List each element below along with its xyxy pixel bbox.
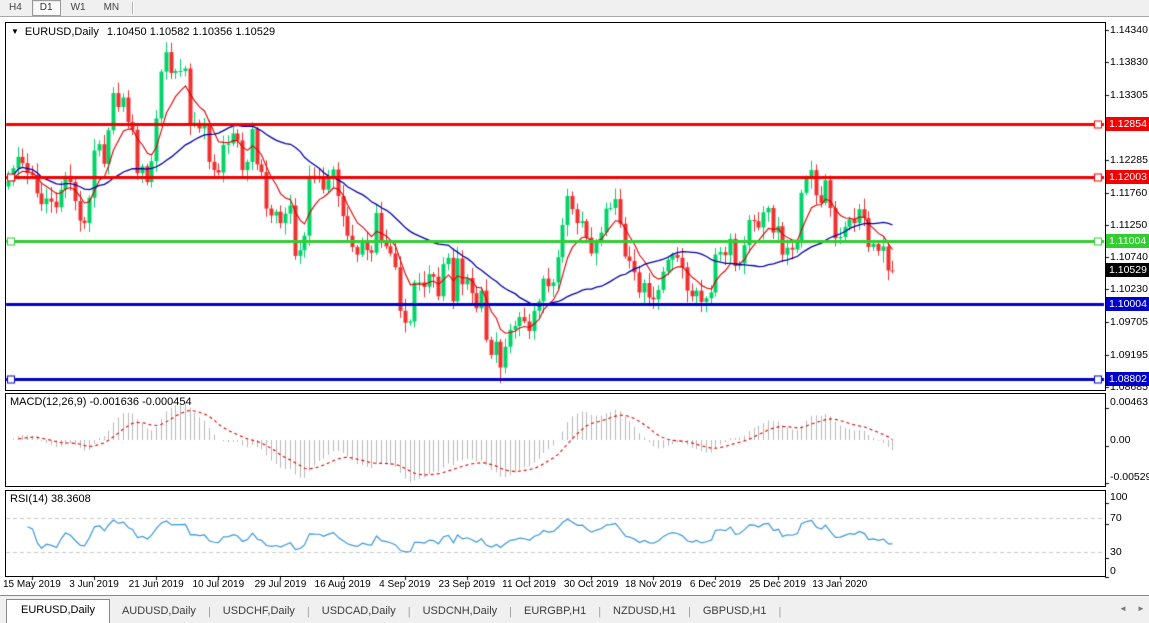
rsi-tick-label: 70 [1110, 512, 1122, 524]
level-price-badge: 1.12003 [1106, 170, 1149, 184]
level-price-badge: 1.12854 [1106, 117, 1149, 131]
price-tick-label: 1.09705 [1110, 316, 1148, 328]
price-tick-label: 1.10230 [1110, 283, 1148, 295]
macd-name: MACD(12,26,9) [10, 396, 86, 408]
tab-scroll-left-icon[interactable]: ◄ [1119, 604, 1127, 613]
date-tick-label: 16 Aug 2019 [315, 579, 371, 590]
price-tick-label: 1.14340 [1110, 24, 1148, 36]
rsi-tick-label: 30 [1110, 546, 1122, 558]
date-tick-label: 18 Nov 2019 [625, 579, 682, 590]
price-tick-label: 1.09195 [1110, 349, 1148, 361]
symbol-tabbar: EURUSD,DailyAUDUSD,Daily|USDCHF,Daily|US… [0, 597, 1149, 623]
trading-app-window: H4D1W1MN ▼EURUSD,Daily1.10450 1.10582 1.… [0, 0, 1149, 623]
date-tick-label: 23 Sep 2019 [439, 579, 496, 590]
price-tick-label: 1.13305 [1110, 89, 1148, 101]
macd-signal-value: -0.000454 [142, 396, 192, 408]
rsi-tick-label: 100 [1110, 491, 1128, 503]
tab-separator: | [778, 606, 781, 623]
chart-header: ▼ EURUSD,Daily 1.10450 1.10582 1.10356 1.1… [11, 26, 275, 38]
date-tick-label: 11 Oct 2019 [502, 579, 556, 590]
level-price-badge: 1.11004 [1106, 234, 1149, 248]
price-tick-label: 1.11760 [1110, 187, 1147, 199]
date-tick-label: 4 Sep 2019 [379, 579, 430, 590]
tab-scroll-right-icon[interactable]: ► [1137, 604, 1145, 613]
rsi-label: RSI(14) 38.3608 [10, 493, 91, 505]
tab-usdcad-daily[interactable]: USDCAD,Daily [310, 601, 408, 623]
date-tick-label: 13 Jan 2020 [812, 579, 867, 590]
price-tick-label: 1.10740 [1110, 251, 1148, 263]
level-price-badge: 1.08802 [1106, 372, 1149, 386]
tab-audusd-daily[interactable]: AUDUSD,Daily [110, 601, 208, 623]
macd-main-value: -0.001636 [89, 396, 139, 408]
tab-eurusd-daily[interactable]: EURUSD,Daily [6, 599, 110, 623]
macd-tick-label: 0.00 [1110, 434, 1130, 446]
macd-tick-label: 0.00463 [1110, 396, 1148, 408]
price-tick-label: 1.13830 [1110, 56, 1148, 68]
tab-eurgbp-h1[interactable]: EURGBP,H1 [512, 601, 598, 623]
macd-tick-label: -0.005299 [1110, 471, 1149, 483]
rsi-value: 38.3608 [51, 493, 91, 505]
price-tick-label: 1.11250 [1110, 219, 1147, 231]
chart-ohlc-values: 1.10450 1.10582 1.10356 1.10529 [107, 26, 275, 38]
main-chart-panel [5, 22, 1106, 391]
chevron-down-icon[interactable]: ▼ [11, 27, 19, 36]
rsi-tick-label: 0 [1110, 565, 1116, 577]
date-tick-label: 3 Jun 2019 [69, 579, 119, 590]
rsi-indicator-panel [5, 490, 1106, 577]
rsi-name: RSI(14) [10, 493, 48, 505]
level-price-badge: 1.10004 [1106, 297, 1149, 311]
date-tick-label: 29 Jul 2019 [255, 579, 307, 590]
date-tick-label: 25 Dec 2019 [749, 579, 806, 590]
tab-usdchf-daily[interactable]: USDCHF,Daily [211, 601, 307, 623]
date-tick-label: 6 Dec 2019 [690, 579, 741, 590]
tab-nzdusd-h1[interactable]: NZDUSD,H1 [601, 601, 688, 623]
price-tick-label: 1.12285 [1110, 154, 1148, 166]
current-price-badge: 1.10529 [1106, 263, 1149, 277]
tab-usdcnh-daily[interactable]: USDCNH,Daily [411, 601, 510, 623]
date-tick-label: 21 Jun 2019 [129, 579, 184, 590]
tab-gbpusd-h1[interactable]: GBPUSD,H1 [691, 601, 779, 623]
date-tick-label: 30 Oct 2019 [564, 579, 618, 590]
date-tick-label: 10 Jul 2019 [192, 579, 244, 590]
macd-label: MACD(12,26,9) -0.001636 -0.000454 [10, 396, 192, 408]
chart-symbol-label: EURUSD,Daily [25, 26, 99, 38]
date-tick-label: 15 May 2019 [3, 579, 61, 590]
